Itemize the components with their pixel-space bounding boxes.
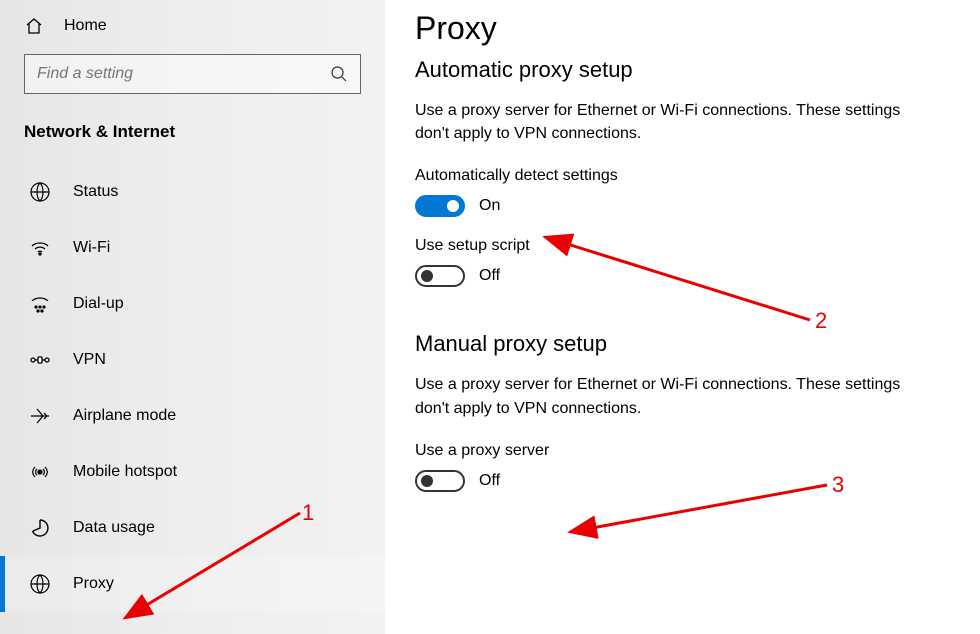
sidebar-item-label: Data usage <box>73 519 155 537</box>
manual-proxy-description: Use a proxy server for Ethernet or Wi-Fi… <box>415 373 935 419</box>
sidebar-item-proxy[interactable]: Proxy <box>0 556 385 612</box>
sidebar-item-data-usage[interactable]: Data usage <box>0 500 385 556</box>
automatic-proxy-heading: Automatic proxy setup <box>415 57 950 83</box>
category-heading: Network & Internet <box>0 122 385 164</box>
page-title: Proxy <box>415 10 950 47</box>
sidebar-item-label: Proxy <box>73 575 114 593</box>
vpn-icon <box>29 349 51 371</box>
auto-detect-toggle[interactable] <box>415 195 465 217</box>
data-usage-icon <box>29 517 51 539</box>
search-icon <box>330 65 348 83</box>
home-icon <box>24 16 44 36</box>
sidebar-item-label: VPN <box>73 351 106 369</box>
sidebar-item-label: Wi-Fi <box>73 239 110 257</box>
auto-detect-state: On <box>479 197 500 215</box>
proxy-globe-icon <box>29 573 51 595</box>
auto-detect-label: Automatically detect settings <box>415 167 950 185</box>
globe-net-icon <box>29 181 51 203</box>
settings-sidebar: Home Network & Internet Status Wi-Fi <box>0 0 385 634</box>
dialup-icon <box>29 293 51 315</box>
use-proxy-state: Off <box>479 472 500 490</box>
annotation-3: 3 <box>832 472 844 498</box>
sidebar-item-hotspot[interactable]: Mobile hotspot <box>0 444 385 500</box>
sidebar-item-label: Dial-up <box>73 295 124 313</box>
search-input[interactable] <box>37 65 330 83</box>
sidebar-item-label: Status <box>73 183 118 201</box>
sidebar-item-vpn[interactable]: VPN <box>0 332 385 388</box>
sidebar-item-dialup[interactable]: Dial-up <box>0 276 385 332</box>
sidebar-item-wifi[interactable]: Wi-Fi <box>0 220 385 276</box>
home-nav[interactable]: Home <box>0 12 385 54</box>
setup-script-state: Off <box>479 267 500 285</box>
manual-proxy-heading: Manual proxy setup <box>415 331 950 357</box>
setup-script-label: Use setup script <box>415 237 950 255</box>
sidebar-item-label: Mobile hotspot <box>73 463 177 481</box>
use-proxy-toggle[interactable] <box>415 470 465 492</box>
wifi-icon <box>29 237 51 259</box>
automatic-proxy-description: Use a proxy server for Ethernet or Wi-Fi… <box>415 99 935 145</box>
hotspot-icon <box>29 461 51 483</box>
sidebar-item-label: Airplane mode <box>73 407 176 425</box>
airplane-icon <box>29 405 51 427</box>
settings-search[interactable] <box>24 54 361 94</box>
setup-script-toggle[interactable] <box>415 265 465 287</box>
annotation-2: 2 <box>815 308 827 334</box>
use-proxy-label: Use a proxy server <box>415 442 950 460</box>
sidebar-item-airplane[interactable]: Airplane mode <box>0 388 385 444</box>
settings-main: Proxy Automatic proxy setup Use a proxy … <box>385 0 980 634</box>
annotation-1: 1 <box>302 500 314 526</box>
home-label: Home <box>64 17 107 35</box>
sidebar-item-status[interactable]: Status <box>0 164 385 220</box>
